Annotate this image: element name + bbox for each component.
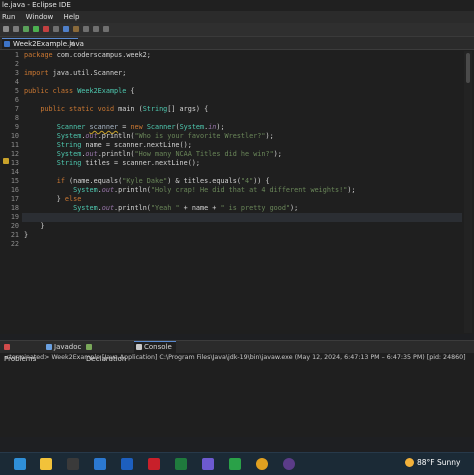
line-number: 21 [10, 231, 19, 239]
media-icon[interactable] [67, 458, 79, 470]
menu-window[interactable]: Window [24, 11, 60, 23]
l-app-icon[interactable] [121, 458, 133, 470]
line-number: 17 [10, 195, 19, 203]
declaration-icon [86, 344, 92, 350]
weather-text: 88°F Sunny [417, 458, 461, 467]
code-line: import java.util.Scanner; [24, 69, 127, 77]
code-line: System.out.println("Holy crap! He did th… [73, 186, 356, 194]
tab-console[interactable]: Console [134, 341, 176, 353]
toolbar-button-6-icon[interactable] [53, 26, 59, 32]
line-number: 15 [10, 177, 19, 185]
bottom-views-panel: Problems Javadoc Declaration Console <te… [0, 340, 474, 437]
tab-console-label: Console [144, 343, 172, 351]
sun-icon [405, 458, 414, 467]
code-line: } else [24, 195, 82, 203]
line-number: 6 [14, 96, 19, 104]
views-tab-row: Problems Javadoc Declaration Console [0, 341, 474, 363]
code-line: Scanner scanner = new Scanner(System.in)… [56, 123, 225, 131]
new-class-icon[interactable] [63, 26, 69, 32]
console-status-text: <terminated> Week2Example [Java Applicat… [4, 354, 466, 361]
mcafee-icon[interactable] [148, 458, 160, 470]
line-number: 20 [10, 222, 19, 230]
code-line: public static void main (String[] args) … [40, 105, 209, 113]
editor-scrollbar[interactable] [464, 51, 472, 333]
code-line: } [24, 231, 29, 239]
code-editor: Week2Example.java ✕ 1 package com.coders… [0, 37, 474, 334]
editor-tab-week2example[interactable]: Week2Example.java ✕ [2, 38, 84, 49]
current-line-highlight [22, 213, 462, 222]
line-number: 13 [10, 159, 19, 167]
window-titlebar: le.java - Eclipse IDE [0, 0, 474, 11]
tab-javadoc-label: Javadoc [54, 343, 82, 351]
tab-problems[interactable]: Problems [4, 341, 44, 363]
code-line: } [24, 222, 45, 230]
line-number: 5 [14, 87, 19, 95]
line-number: 3 [14, 69, 19, 77]
line-number: 11 [10, 141, 19, 149]
open-type-icon[interactable] [73, 26, 79, 32]
run-icon[interactable] [33, 26, 39, 32]
window-title: le.java - Eclipse IDE [2, 1, 71, 9]
weather-widget[interactable]: 88°F Sunny [405, 458, 460, 467]
menu-help[interactable]: Help [62, 11, 86, 23]
line-number: 7 [14, 105, 19, 113]
toolbar-button-11-icon[interactable] [103, 26, 109, 32]
tab-declaration[interactable]: Declaration [86, 341, 132, 363]
edge-icon[interactable] [14, 458, 26, 470]
code-line: String name = scanner.nextLine(); [56, 141, 192, 149]
eclipse-icon[interactable] [283, 458, 295, 470]
menu-run[interactable]: Run [0, 11, 21, 23]
file-explorer-icon[interactable] [40, 458, 52, 470]
javadoc-icon [46, 344, 52, 350]
menu-bar: Run Window Help [0, 11, 474, 23]
windows-taskbar: 88°F Sunny [0, 452, 474, 475]
line-number: 12 [10, 150, 19, 158]
problems-icon [4, 344, 10, 350]
code-line: String titles = scanner.nextLine(); [56, 159, 200, 167]
code-area[interactable]: 1 package com.coderscampus.week2; 2 3 im… [0, 51, 462, 333]
line-number: 9 [14, 123, 19, 131]
tab-javadoc[interactable]: Javadoc [46, 341, 84, 353]
line-number: 10 [10, 132, 19, 140]
chrome-icon[interactable] [256, 458, 268, 470]
line-number: 19 [10, 213, 19, 221]
scrollbar-thumb[interactable] [466, 53, 470, 83]
code-line: System.out.println("Who is your favorite… [56, 132, 274, 140]
console-icon [136, 344, 142, 350]
toolbar [0, 23, 474, 37]
line-number: 14 [10, 168, 19, 176]
photos-icon[interactable] [202, 458, 214, 470]
stop-icon[interactable] [43, 26, 49, 32]
line-number: 2 [14, 60, 19, 68]
line-number: 8 [14, 114, 19, 122]
code-line: System.out.println("Yeah " + name + " is… [73, 204, 299, 212]
line-number: 16 [10, 186, 19, 194]
mail-icon[interactable] [94, 458, 106, 470]
line-number: 22 [10, 240, 19, 248]
search-icon[interactable] [83, 26, 89, 32]
code-line: package com.coderscampus.week2; [24, 51, 151, 59]
line-number: 1 [14, 51, 19, 59]
editor-tab-row: Week2Example.java ✕ [0, 37, 474, 50]
code-line: public class Week2Example { [24, 87, 135, 95]
code-line: if (name.equals("Kyle Dake") & titles.eq… [56, 177, 270, 185]
toolbar-button-2-icon[interactable] [13, 26, 19, 32]
debug-icon[interactable] [23, 26, 29, 32]
line-number: 4 [14, 78, 19, 86]
close-icon[interactable]: ✕ [69, 39, 75, 49]
java-file-icon [4, 41, 10, 47]
code-line: System.out.println("How many NCAA Titles… [56, 150, 282, 158]
toolbar-button-1-icon[interactable] [3, 26, 9, 32]
line-number: 18 [10, 204, 19, 212]
xbox-icon[interactable] [229, 458, 241, 470]
toolbar-button-10-icon[interactable] [93, 26, 99, 32]
excel-icon[interactable] [175, 458, 187, 470]
